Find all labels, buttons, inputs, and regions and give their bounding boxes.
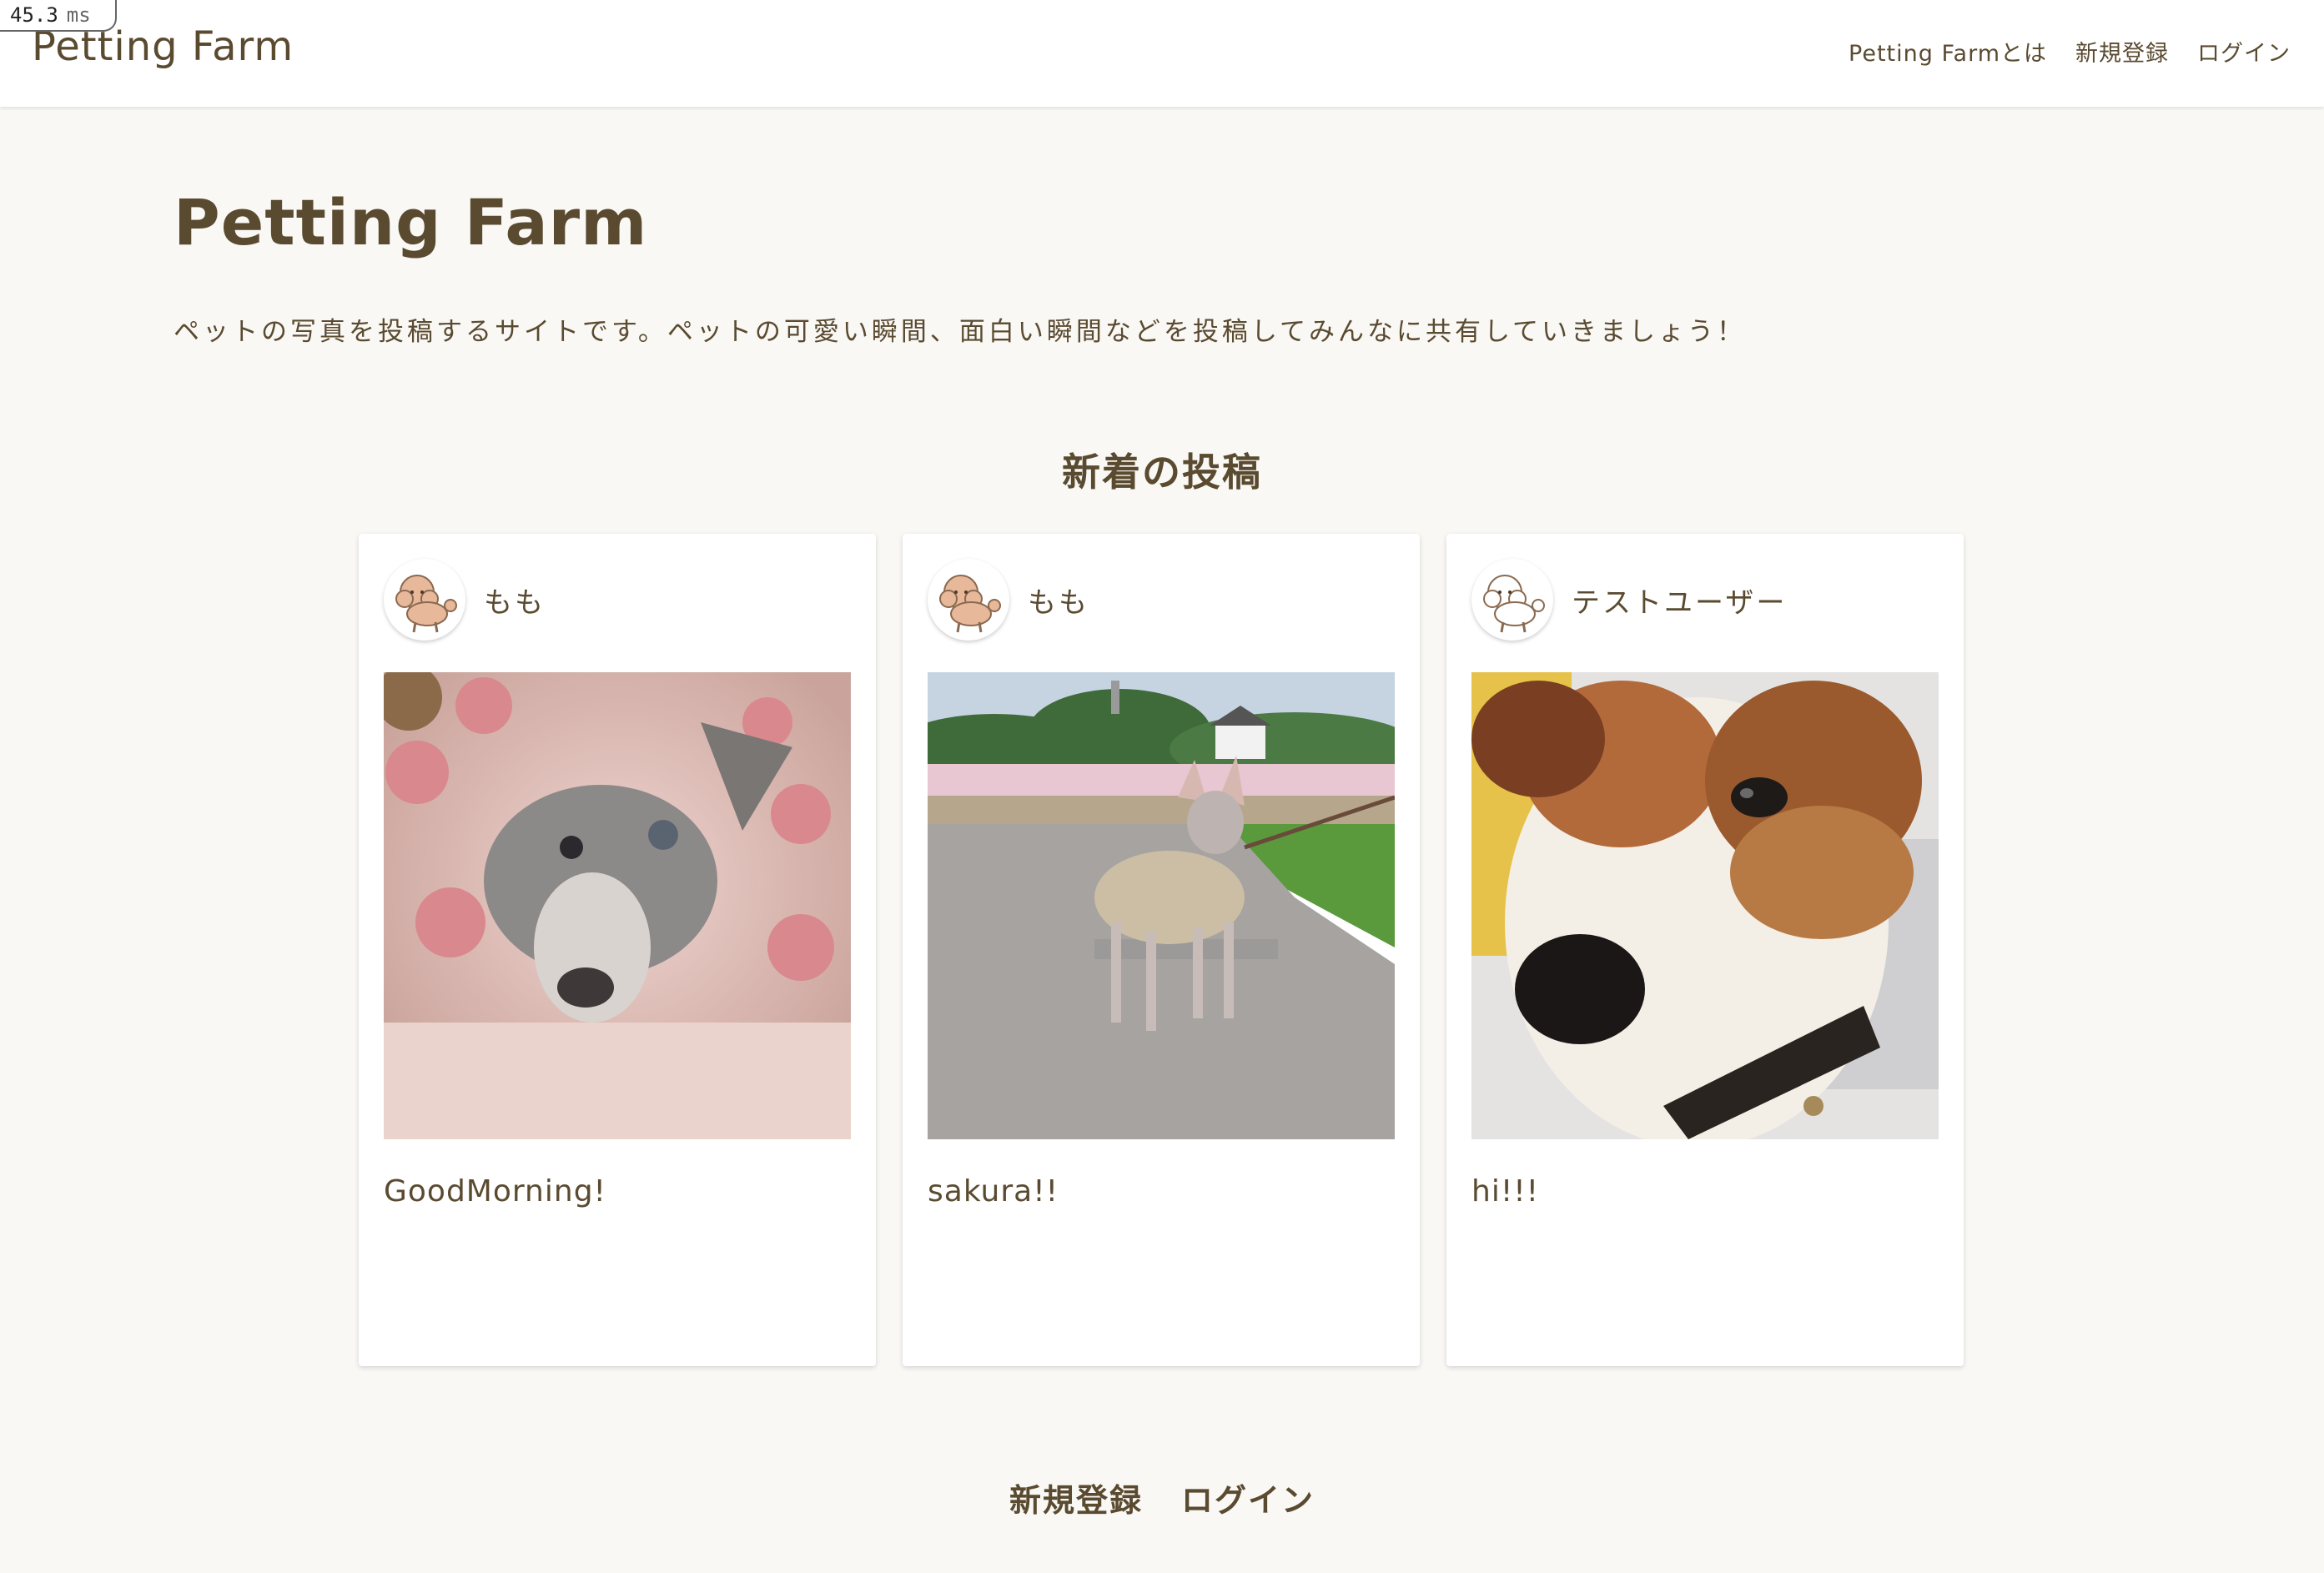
post-username[interactable]: もも	[484, 580, 546, 621]
post-header: テストユーザー	[1471, 559, 1787, 641]
poodle-avatar-icon	[939, 575, 1001, 633]
post-card[interactable]: もも	[903, 534, 1420, 1366]
avatar[interactable]	[1471, 559, 1553, 641]
post-card[interactable]: もも	[359, 534, 876, 1366]
perf-value: 45.3	[10, 3, 58, 27]
poodle-avatar-icon	[395, 575, 457, 633]
post-caption: sakura!!	[928, 1174, 1059, 1209]
dog-closeup-photo	[1471, 672, 1939, 1139]
post-photo[interactable]	[928, 672, 1395, 1139]
nav-link-signup[interactable]: 新規登録	[2075, 35, 2169, 68]
post-username[interactable]: もも	[1028, 580, 1089, 621]
perf-badge: 45.3 ms	[0, 0, 117, 32]
post-caption: hi!!!	[1471, 1174, 1540, 1209]
avatar[interactable]	[928, 559, 1009, 641]
post-header: もも	[928, 559, 1089, 641]
dog-on-path-photo	[928, 672, 1395, 1139]
avatar[interactable]	[384, 559, 465, 641]
post-header: もも	[384, 559, 546, 641]
post-username[interactable]: テストユーザー	[1572, 580, 1787, 621]
nav-links: Petting Farmとは 新規登録 ログイン	[1849, 35, 2291, 68]
footer-links: 新規登録 ログイン	[0, 1475, 2324, 1520]
post-caption: GoodMorning!	[384, 1174, 606, 1209]
post-list: もも GoodMorning! もも sakura!! テストユーザー hi!!…	[359, 534, 1964, 1366]
post-photo[interactable]	[1471, 672, 1939, 1139]
navbar: Petting Farm Petting Farmとは 新規登録 ログイン	[0, 0, 2324, 107]
dog-under-blanket-photo	[384, 672, 851, 1139]
perf-unit: ms	[66, 3, 91, 27]
post-card[interactable]: テストユーザー hi!!!	[1446, 534, 1964, 1366]
hero-title: Petting Farm	[174, 185, 648, 259]
nav-link-login[interactable]: ログイン	[2197, 35, 2291, 68]
footer-signup-link[interactable]: 新規登録	[1009, 1475, 1143, 1520]
post-photo[interactable]	[384, 672, 851, 1139]
section-title: 新着の投稿	[1062, 450, 1262, 495]
poodle-avatar-icon	[1483, 575, 1545, 633]
hero-description: ペットの写真を投稿するサイトです。ペットの可愛い瞬間、面白い瞬間などを投稿してみ…	[174, 317, 1747, 347]
nav-link-about[interactable]: Petting Farmとは	[1849, 35, 2047, 68]
footer-login-link[interactable]: ログイン	[1181, 1475, 1315, 1520]
